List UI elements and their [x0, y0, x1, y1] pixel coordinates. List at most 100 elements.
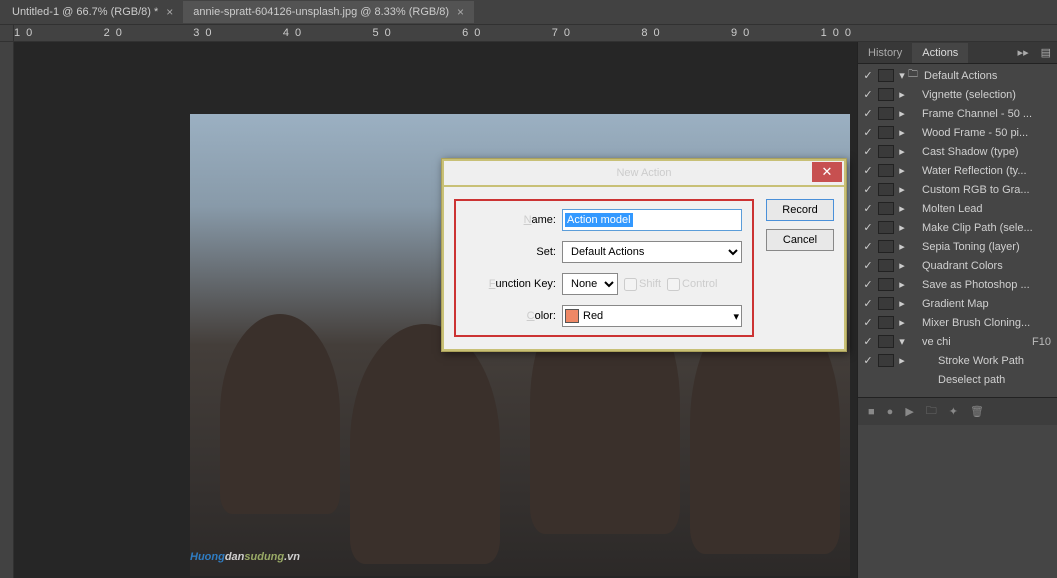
twirl-icon[interactable]: ▸: [896, 316, 908, 329]
action-label: Wood Frame - 50 pi...: [908, 127, 1055, 139]
color-label: Color:: [464, 310, 556, 322]
action-row[interactable]: ✓▸Quadrant Colors: [858, 256, 1057, 275]
twirl-icon[interactable]: ▸: [896, 297, 908, 310]
check-icon[interactable]: ✓: [860, 221, 876, 234]
tab-history[interactable]: History: [858, 43, 912, 63]
twirl-icon[interactable]: ▸: [896, 183, 908, 196]
action-list[interactable]: ✓ ▾ 🗀 Default Actions ✓▸Vignette (select…: [858, 64, 1057, 391]
document-tab-bar: Untitled-1 @ 66.7% (RGB/8) * × annie-spr…: [0, 0, 1057, 24]
dialog-toggle-icon[interactable]: [878, 297, 894, 310]
dialog-toggle-icon[interactable]: [878, 145, 894, 158]
check-icon[interactable]: ✓: [860, 69, 876, 82]
twirl-icon[interactable]: ▸: [896, 240, 908, 253]
new-action-dialog: New Action ✕ Name: Action model Set: Def…: [441, 158, 847, 352]
folder-icon: 🗀: [908, 67, 922, 84]
check-icon[interactable]: ✓: [860, 164, 876, 177]
delete-icon[interactable]: 🗑: [970, 405, 984, 418]
check-icon[interactable]: ✓: [860, 183, 876, 196]
dialog-toggle-icon[interactable]: [878, 183, 894, 196]
canvas-area[interactable]: Huongdansudung.vn New Action ✕ Name: Act…: [0, 42, 857, 578]
action-row[interactable]: ✓▸Molten Lead: [858, 199, 1057, 218]
action-row[interactable]: ✓▸Sepia Toning (layer): [858, 237, 1057, 256]
action-set-row[interactable]: ✓ ▾ 🗀 Default Actions: [858, 66, 1057, 85]
twirl-icon[interactable]: ▸: [896, 278, 908, 291]
function-key-select[interactable]: None: [562, 273, 618, 295]
check-icon[interactable]: ✓: [860, 126, 876, 139]
check-icon[interactable]: ✓: [860, 316, 876, 329]
twirl-icon[interactable]: ▸: [896, 107, 908, 120]
color-swatch-icon: [565, 309, 579, 323]
dialog-toggle-icon[interactable]: [878, 88, 894, 101]
action-row[interactable]: ✓▸Vignette (selection): [858, 85, 1057, 104]
twirl-icon[interactable]: ▸: [896, 259, 908, 272]
twirl-icon[interactable]: ▸: [896, 164, 908, 177]
set-select[interactable]: Default Actions: [562, 241, 742, 263]
cancel-button[interactable]: Cancel: [766, 229, 834, 251]
color-select[interactable]: Red ▾: [562, 305, 742, 327]
dialog-toggle-icon[interactable]: [878, 202, 894, 215]
tab-actions[interactable]: Actions: [912, 43, 968, 63]
dialog-toggle-icon[interactable]: [878, 354, 894, 367]
action-row[interactable]: ✓▸Mixer Brush Cloning...: [858, 313, 1057, 332]
twirl-icon[interactable]: ▸: [896, 202, 908, 215]
close-button[interactable]: ✕: [812, 162, 842, 182]
action-row[interactable]: ✓ ▸Gradient Map: [858, 294, 1057, 313]
action-row[interactable]: ✓▸Frame Channel - 50 ...: [858, 104, 1057, 123]
close-icon[interactable]: ×: [166, 5, 173, 19]
action-step-row[interactable]: Deselect path: [858, 370, 1057, 389]
name-input[interactable]: Action model: [562, 209, 742, 231]
shift-checkbox[interactable]: Shift: [624, 278, 661, 291]
action-label: Gradient Map: [908, 298, 1055, 310]
twirl-icon[interactable]: ▸: [896, 145, 908, 158]
check-icon[interactable]: ✓: [860, 107, 876, 120]
twirl-icon[interactable]: ▸: [896, 126, 908, 139]
document-tab-2[interactable]: annie-spratt-604126-unsplash.jpg @ 8.33%…: [183, 1, 474, 23]
document-tab-1[interactable]: Untitled-1 @ 66.7% (RGB/8) * ×: [2, 1, 183, 23]
action-step-row[interactable]: ✓ ▸ Stroke Work Path: [858, 351, 1057, 370]
dialog-toggle-icon[interactable]: [878, 278, 894, 291]
play-icon[interactable]: ▶: [905, 405, 913, 418]
action-row-custom[interactable]: ✓ ▾ ve chi F10: [858, 332, 1057, 351]
control-checkbox[interactable]: Control: [667, 278, 717, 291]
record-icon[interactable]: ●: [887, 406, 894, 418]
action-label: Save as Photoshop ...: [908, 279, 1055, 291]
check-icon[interactable]: ✓: [860, 145, 876, 158]
panel-menu-icon[interactable]: ▤: [1035, 46, 1057, 59]
check-icon[interactable]: ✓: [860, 297, 876, 310]
action-row[interactable]: ✓▸Custom RGB to Gra...: [858, 180, 1057, 199]
dialog-toggle-icon[interactable]: [878, 240, 894, 253]
action-row[interactable]: ✓ ▸Water Reflection (ty...: [858, 161, 1057, 180]
twirl-icon[interactable]: ▾: [896, 69, 908, 82]
dialog-toggle-icon[interactable]: [878, 335, 894, 348]
new-set-icon[interactable]: 🗀: [926, 402, 937, 421]
dialog-toggle-icon[interactable]: [878, 164, 894, 177]
dialog-toggle-icon[interactable]: [878, 69, 894, 82]
check-icon[interactable]: ✓: [860, 335, 876, 348]
check-icon[interactable]: ✓: [860, 259, 876, 272]
check-icon[interactable]: ✓: [860, 202, 876, 215]
twirl-icon[interactable]: ▸: [896, 88, 908, 101]
stop-icon[interactable]: ■: [868, 406, 875, 418]
action-row[interactable]: ✓ ▸Wood Frame - 50 pi...: [858, 123, 1057, 142]
action-row[interactable]: ✓ ▸Save as Photoshop ...: [858, 275, 1057, 294]
dialog-toggle-icon[interactable]: [878, 107, 894, 120]
action-label: Water Reflection (ty...: [908, 165, 1055, 177]
close-icon[interactable]: ×: [457, 5, 464, 19]
record-button[interactable]: Record: [766, 199, 834, 221]
dialog-toggle-icon[interactable]: [878, 259, 894, 272]
check-icon[interactable]: ✓: [860, 88, 876, 101]
collapse-icon[interactable]: ▸▸: [1012, 46, 1035, 59]
dialog-title-bar[interactable]: New Action ✕: [442, 159, 846, 185]
twirl-icon[interactable]: ▾: [896, 335, 908, 348]
check-icon[interactable]: ✓: [860, 278, 876, 291]
twirl-icon[interactable]: ▸: [896, 354, 908, 367]
dialog-toggle-icon[interactable]: [878, 316, 894, 329]
new-action-icon[interactable]: ✦: [949, 405, 958, 418]
check-icon[interactable]: ✓: [860, 354, 876, 367]
action-row[interactable]: ✓▸Make Clip Path (sele...: [858, 218, 1057, 237]
twirl-icon[interactable]: ▸: [896, 221, 908, 234]
action-row[interactable]: ✓▸Cast Shadow (type): [858, 142, 1057, 161]
dialog-toggle-icon[interactable]: [878, 221, 894, 234]
check-icon[interactable]: ✓: [860, 240, 876, 253]
dialog-toggle-icon[interactable]: [878, 126, 894, 139]
